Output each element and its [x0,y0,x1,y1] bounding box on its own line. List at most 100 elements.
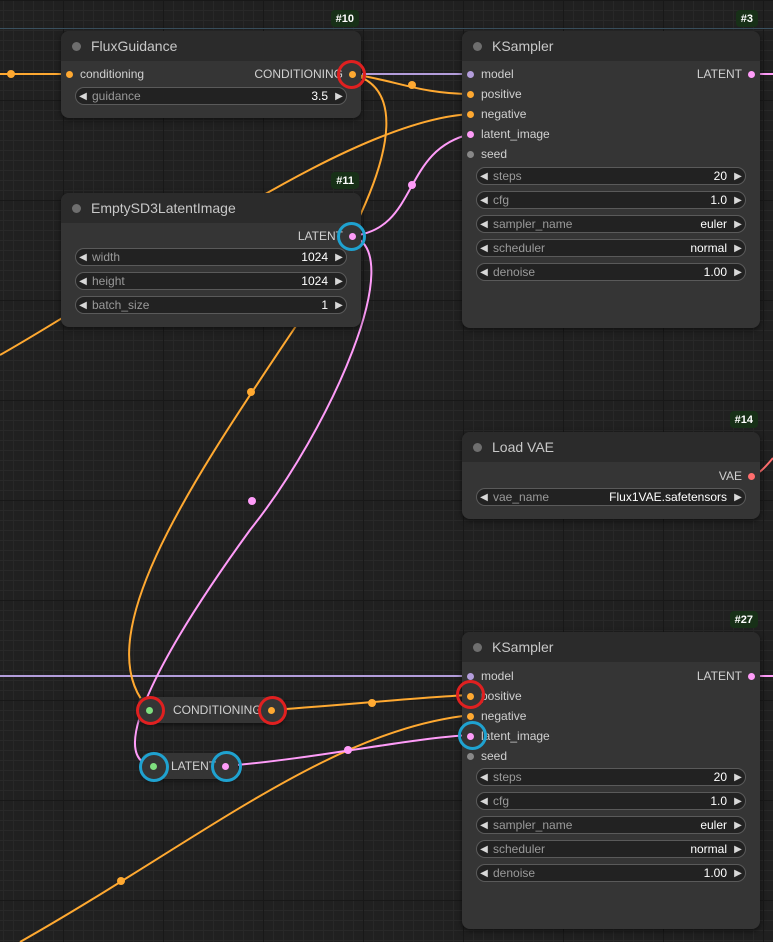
input-slot-seed[interactable]: seed [467,746,507,766]
widget-value[interactable]: 1.00 [704,265,727,279]
output-slot-latent[interactable]: LATENT [697,64,755,84]
slot-dot-icon[interactable] [748,472,755,480]
collapse-dot-icon[interactable] [473,41,482,51]
widget-value[interactable]: 1.00 [704,866,727,880]
output-slot-latent[interactable]: LATENT [298,226,356,246]
node-empty-sd3-latent-image[interactable]: #11 EmptySD3LatentImage LATENT ◀ width 1… [61,172,361,327]
increment-arrow-icon[interactable]: ▶ [731,492,745,503]
widget-denoise[interactable]: ◀ denoise 1.00 ▶ [476,263,746,281]
increment-arrow-icon[interactable]: ▶ [731,243,745,254]
collapse-dot-icon[interactable] [72,41,81,51]
input-slot-positive[interactable]: positive [467,84,522,104]
decrement-arrow-icon[interactable]: ◀ [477,219,491,230]
widget-sampler-name[interactable]: ◀ sampler_name euler ▶ [476,215,746,233]
link-midpoint[interactable] [408,81,416,89]
input-slot-latent-image[interactable]: latent_image [467,124,550,144]
increment-arrow-icon[interactable]: ▶ [731,820,745,831]
decrement-arrow-icon[interactable]: ◀ [477,492,491,503]
slot-dot-icon[interactable] [467,732,474,740]
widget-scheduler[interactable]: ◀ scheduler normal ▶ [476,239,746,257]
widget-cfg[interactable]: ◀ cfg 1.0 ▶ [476,191,746,209]
reroute-conditioning[interactable]: CONDITIONING [138,697,284,723]
widget-value[interactable]: 1.0 [710,193,727,207]
widget-steps[interactable]: ◀ steps 20 ▶ [476,167,746,185]
reroute-input-dot-icon[interactable] [150,762,157,770]
slot-dot-icon[interactable] [467,150,474,158]
decrement-arrow-icon[interactable]: ◀ [76,91,90,102]
output-slot-latent[interactable]: LATENT [697,666,755,686]
decrement-arrow-icon[interactable]: ◀ [477,171,491,182]
widget-value[interactable]: 1024 [301,250,328,264]
input-slot-model[interactable]: model [467,666,514,686]
link-flux-to-reroute[interactable] [128,73,388,711]
slot-dot-icon[interactable] [467,692,474,700]
widget-scheduler[interactable]: ◀ scheduler normal ▶ [476,840,746,858]
node-ksampler-3[interactable]: #3 KSampler model LATENT positive negati… [462,10,760,328]
link-midpoint[interactable] [7,70,15,78]
widget-vae-name[interactable]: ◀ vae_name Flux1VAE.safetensors ▶ [476,488,746,506]
slot-dot-icon[interactable] [66,70,73,78]
increment-arrow-icon[interactable]: ▶ [332,300,346,311]
slot-dot-icon[interactable] [349,232,356,240]
widget-value[interactable]: euler [700,818,727,832]
slot-dot-icon[interactable] [748,672,755,680]
input-slot-model[interactable]: model [467,64,514,84]
decrement-arrow-icon[interactable]: ◀ [477,772,491,783]
output-slot-vae[interactable]: VAE [719,466,755,486]
link-midpoint[interactable] [344,746,352,754]
slot-dot-icon[interactable] [748,70,755,78]
increment-arrow-icon[interactable]: ▶ [731,171,745,182]
decrement-arrow-icon[interactable]: ◀ [76,276,90,287]
decrement-arrow-icon[interactable]: ◀ [477,243,491,254]
increment-arrow-icon[interactable]: ▶ [731,772,745,783]
widget-value[interactable]: euler [700,217,727,231]
decrement-arrow-icon[interactable]: ◀ [477,868,491,879]
slot-dot-icon[interactable] [467,672,474,680]
widget-cfg[interactable]: ◀ cfg 1.0 ▶ [476,792,746,810]
link-midpoint[interactable] [247,388,255,396]
decrement-arrow-icon[interactable]: ◀ [477,844,491,855]
node-ksampler-27[interactable]: #27 KSampler model LATENT positive negat… [462,611,760,929]
collapse-dot-icon[interactable] [72,203,81,213]
collapse-dot-icon[interactable] [473,442,482,452]
widget-guidance[interactable]: ◀ guidance 3.5 ▶ [75,87,347,105]
widget-value[interactable]: 20 [714,770,727,784]
widget-value[interactable]: normal [690,842,727,856]
increment-arrow-icon[interactable]: ▶ [332,252,346,263]
decrement-arrow-icon[interactable]: ◀ [76,300,90,311]
input-slot-negative[interactable]: negative [467,104,526,124]
increment-arrow-icon[interactable]: ▶ [731,195,745,206]
widget-denoise[interactable]: ◀ denoise 1.00 ▶ [476,864,746,882]
link-midpoint[interactable] [368,699,376,707]
node-header[interactable]: KSampler [462,31,760,61]
link-midpoint[interactable] [408,181,416,189]
decrement-arrow-icon[interactable]: ◀ [477,267,491,278]
increment-arrow-icon[interactable]: ▶ [731,844,745,855]
increment-arrow-icon[interactable]: ▶ [731,868,745,879]
widget-width[interactable]: ◀ width 1024 ▶ [75,248,347,266]
node-load-vae[interactable]: #14 Load VAE VAE ◀ vae_name Flux1VAE.saf… [462,411,760,519]
input-slot-positive[interactable]: positive [467,686,522,706]
output-slot-conditioning[interactable]: CONDITIONING [254,64,356,84]
widget-value[interactable]: 1 [321,298,328,312]
node-header[interactable]: KSampler [462,632,760,662]
decrement-arrow-icon[interactable]: ◀ [477,820,491,831]
slot-dot-icon[interactable] [467,110,474,118]
input-slot-conditioning[interactable]: conditioning [66,64,144,84]
slot-dot-icon[interactable] [349,70,356,78]
widget-steps[interactable]: ◀ steps 20 ▶ [476,768,746,786]
reroute-latent[interactable]: LATENT [142,753,238,779]
widget-value[interactable]: normal [690,241,727,255]
increment-arrow-icon[interactable]: ▶ [731,267,745,278]
node-flux-guidance[interactable]: #10 FluxGuidance conditioning CONDITIONI… [61,10,361,118]
link-midpoint[interactable] [117,877,125,885]
slot-dot-icon[interactable] [467,130,474,138]
slot-dot-icon[interactable] [467,90,474,98]
increment-arrow-icon[interactable]: ▶ [332,91,346,102]
reroute-output-dot-icon[interactable] [222,762,229,770]
input-slot-latent-image[interactable]: latent_image [467,726,550,746]
widget-value[interactable]: 1.0 [710,794,727,808]
input-slot-seed[interactable]: seed [467,144,507,164]
link-negative-bottom[interactable] [19,714,472,942]
increment-arrow-icon[interactable]: ▶ [731,219,745,230]
